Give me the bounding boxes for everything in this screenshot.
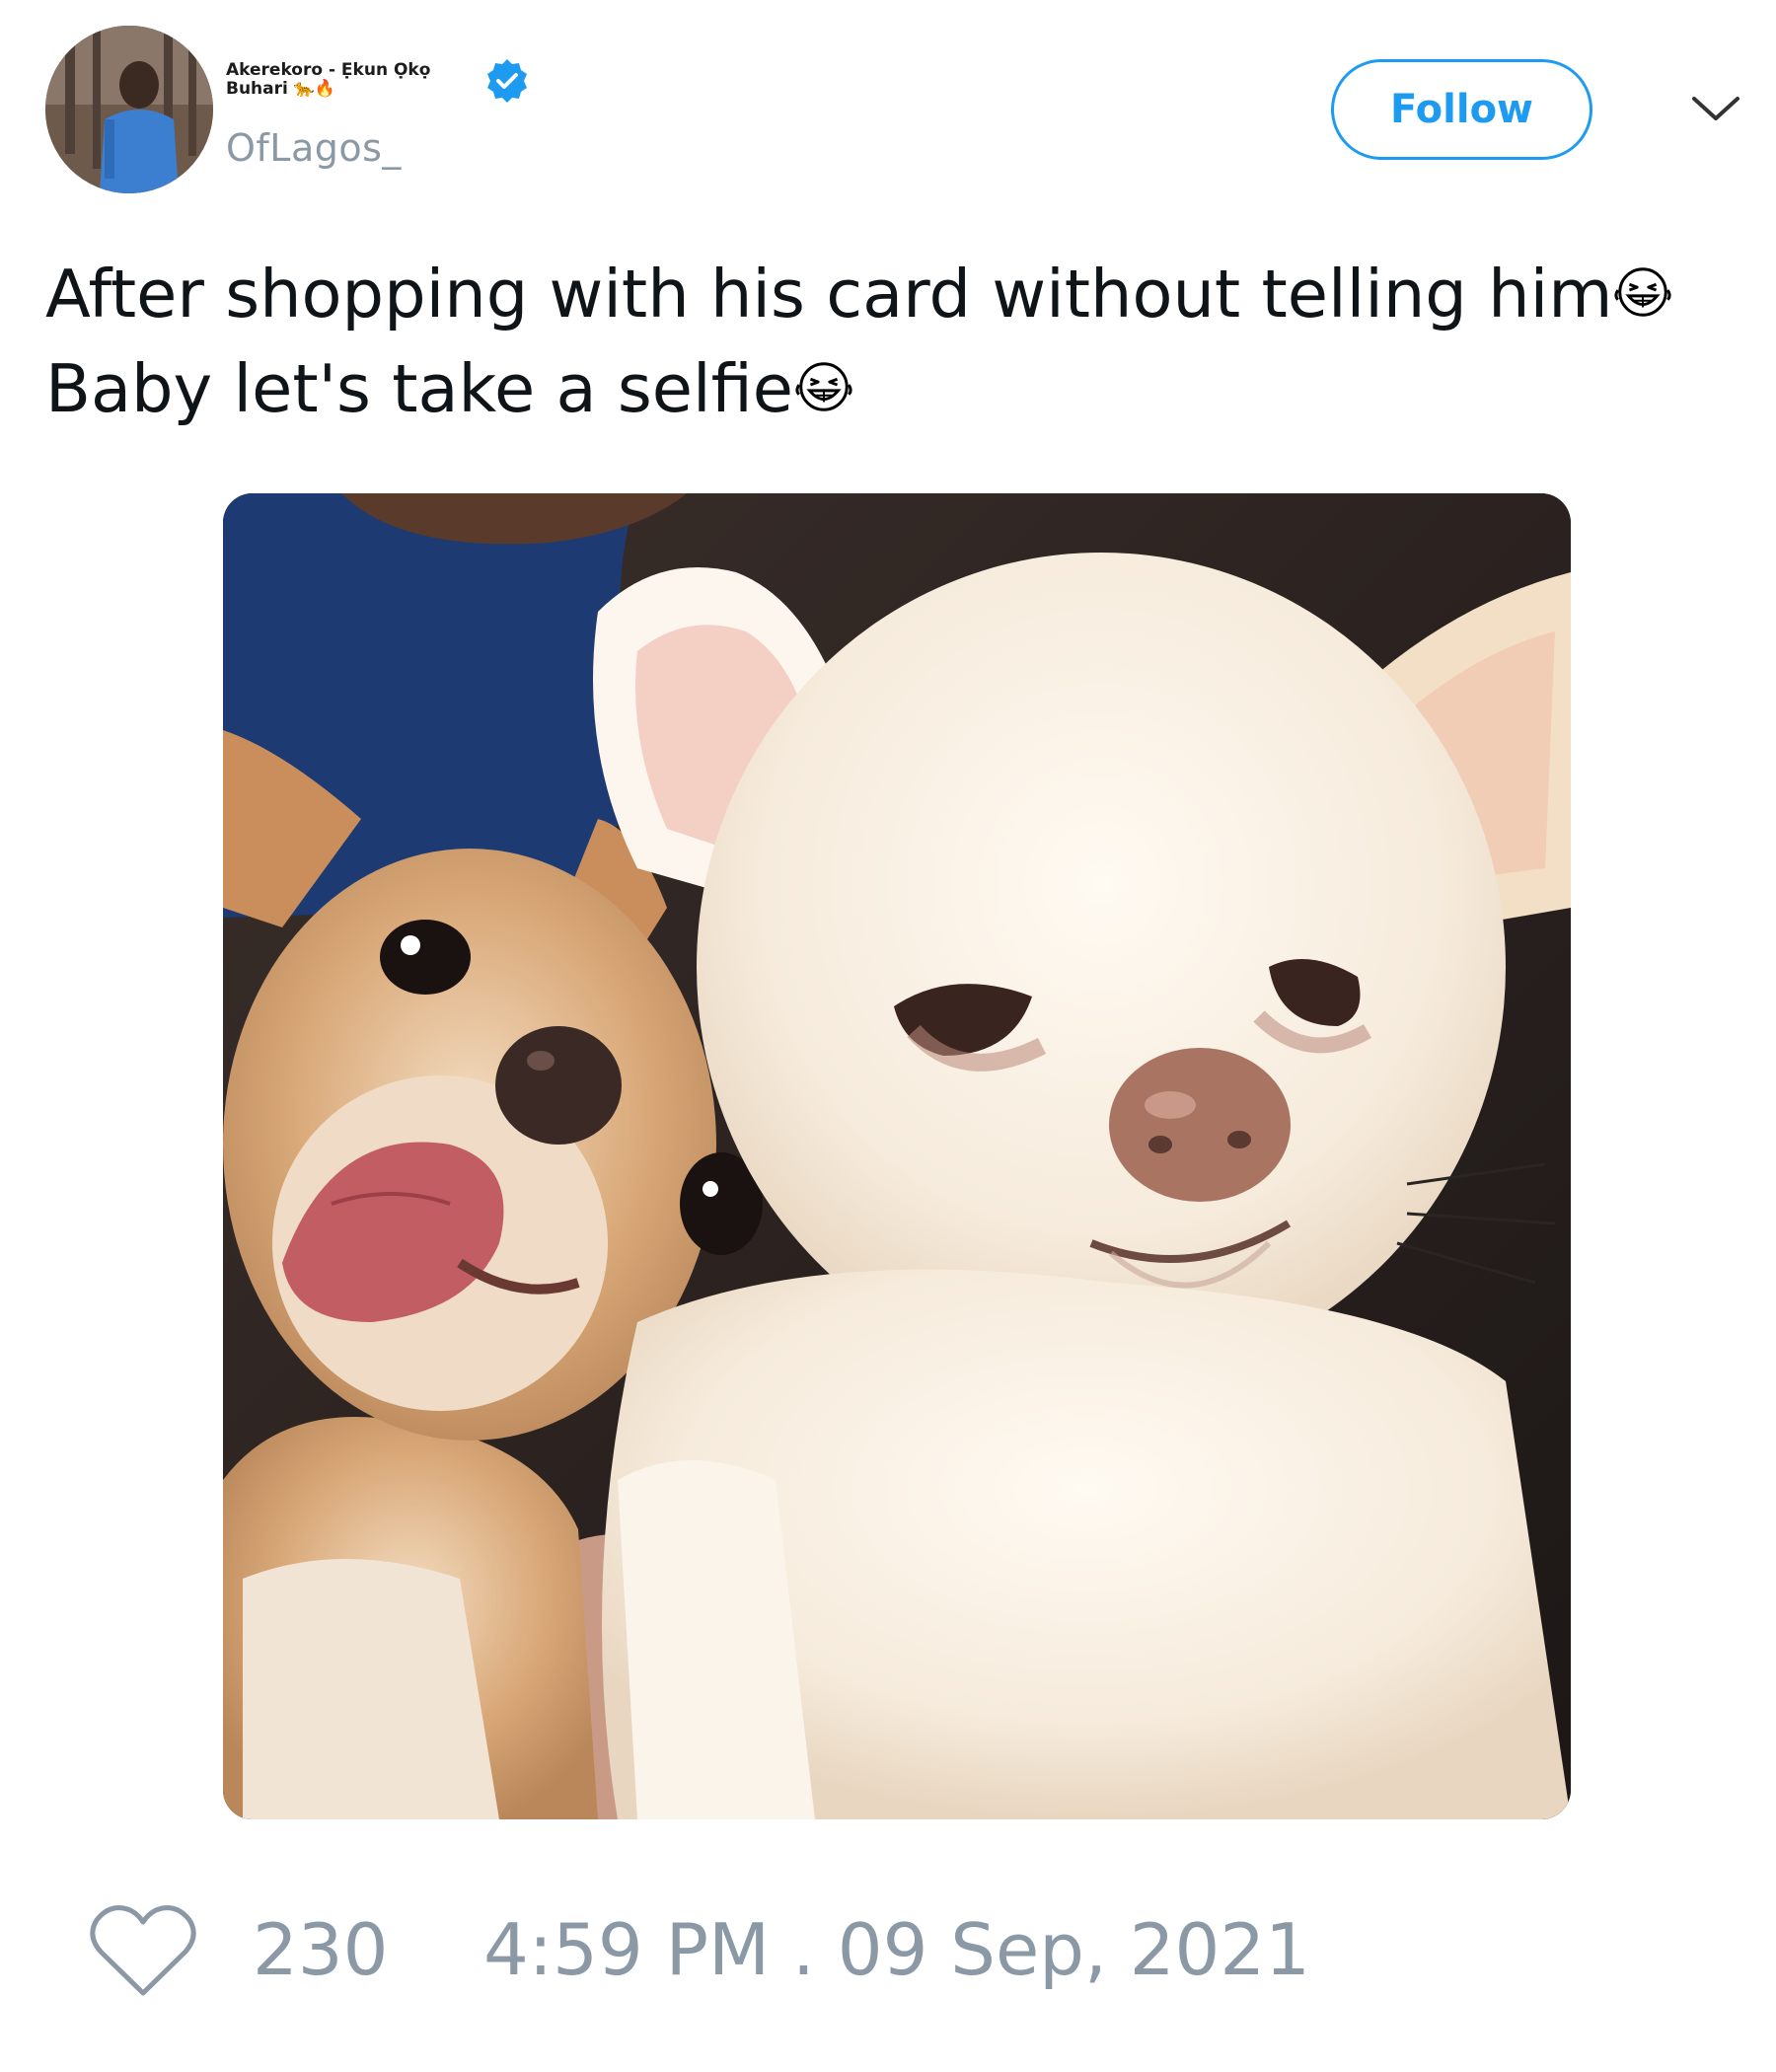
follow-button[interactable]: Follow	[1331, 59, 1592, 160]
grinning-squinting-face-icon	[795, 362, 852, 411]
tweet-text-line-1-content: After shopping with his card without tel…	[45, 256, 1613, 333]
tweet-timestamp[interactable]: 4:59 PM . 09 Sep, 2021	[483, 1908, 1310, 1991]
author-handle[interactable]: OfLagos_	[226, 126, 402, 170]
like-count: 230	[253, 1908, 389, 1991]
avatar-photo	[45, 26, 213, 193]
author-avatar[interactable]	[45, 26, 213, 193]
tweet-text: After shopping with his card without tel…	[45, 247, 1762, 436]
chihuahuas-photo	[223, 493, 1571, 1819]
tweet-media-photo[interactable]	[223, 493, 1571, 1819]
tweet-text-line-1: After shopping with his card without tel…	[45, 247, 1762, 341]
grinning-squinting-face-icon	[1614, 267, 1672, 317]
verified-badge-icon	[483, 57, 531, 105]
chevron-down-icon[interactable]	[1688, 89, 1743, 128]
tweet-text-line-2: Baby let's take a selfie	[45, 341, 1762, 436]
heart-outline-icon[interactable]	[89, 1902, 197, 2001]
author-display-name[interactable]: Akerekoro - Ẹkun Ọkọ Buhari 🐆🔥	[226, 61, 492, 99]
tweet-text-line-2-content: Baby let's take a selfie	[45, 350, 794, 427]
